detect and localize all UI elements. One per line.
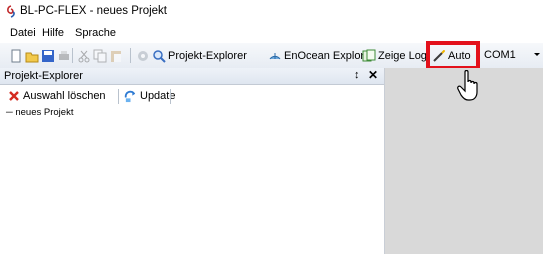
paste-icon[interactable] <box>109 49 123 63</box>
red-x-icon[interactable] <box>8 90 20 102</box>
print-icon[interactable] <box>57 49 71 63</box>
close-icon[interactable]: ✕ <box>368 68 378 82</box>
cut-icon[interactable] <box>77 49 91 63</box>
refresh-icon[interactable] <box>124 90 137 103</box>
menu-datei[interactable]: Datei <box>10 27 36 39</box>
clear-selection-button[interactable]: Auswahl löschen <box>23 90 106 102</box>
menu-hilfe[interactable]: Hilfe <box>42 27 64 39</box>
pin-icon[interactable]: ↕ <box>354 69 360 81</box>
satellite-icon[interactable] <box>268 49 282 63</box>
update-button-group: Update <box>124 88 175 104</box>
copy-icon[interactable] <box>93 49 107 63</box>
toolbar-separator <box>72 48 73 63</box>
panel-header: Projekt-Explorer ↕ ✕ <box>0 68 384 85</box>
title-bar: BL-PC-FLEX - neues Projekt <box>0 0 543 24</box>
clear-selection-button-group: Auswahl löschen <box>8 88 106 104</box>
project-explorer-panel: Projekt-Explorer ↕ ✕ Auswahl löschen Upd… <box>0 68 385 254</box>
chevron-down-icon[interactable] <box>534 53 540 56</box>
panel-title: Projekt-Explorer <box>4 70 83 82</box>
log-pages-icon[interactable] <box>362 49 376 63</box>
new-file-icon[interactable] <box>9 49 23 63</box>
show-log-button[interactable]: Zeige Log <box>378 50 427 62</box>
toolbar-separator <box>130 48 131 63</box>
tree-node-project[interactable]: ─ neues Projekt <box>6 107 73 118</box>
project-explorer-button[interactable]: Projekt-Explorer <box>168 50 247 62</box>
show-log-button-group: Zeige Log <box>362 47 427 64</box>
mouse-pointer-icon <box>457 70 478 101</box>
open-folder-icon[interactable] <box>25 49 39 63</box>
highlight-box <box>426 41 480 70</box>
toolbar-separator <box>170 89 171 104</box>
toolbar-separator <box>118 89 119 104</box>
app-swirl-icon <box>7 5 15 18</box>
enocean-explorer-button-group: EnOcean Explorer <box>268 47 374 64</box>
panel-toolbar: Auswahl löschen Update <box>0 85 384 107</box>
enocean-explorer-button[interactable]: EnOcean Explorer <box>284 50 374 62</box>
port-select-value: COM1 <box>484 49 516 61</box>
port-select[interactable]: COM1 <box>480 46 542 64</box>
magnifier-icon[interactable] <box>152 49 166 63</box>
settings-disc-icon[interactable] <box>136 49 150 63</box>
menu-sprache[interactable]: Sprache <box>75 27 116 39</box>
save-icon[interactable] <box>41 49 55 63</box>
window-title: BL-PC-FLEX - neues Projekt <box>20 5 168 17</box>
toolbar-file-buttons <box>9 47 71 64</box>
toolbar-edit-buttons <box>77 47 123 64</box>
toolbar-explorer-buttons: Projekt-Explorer <box>136 47 247 64</box>
